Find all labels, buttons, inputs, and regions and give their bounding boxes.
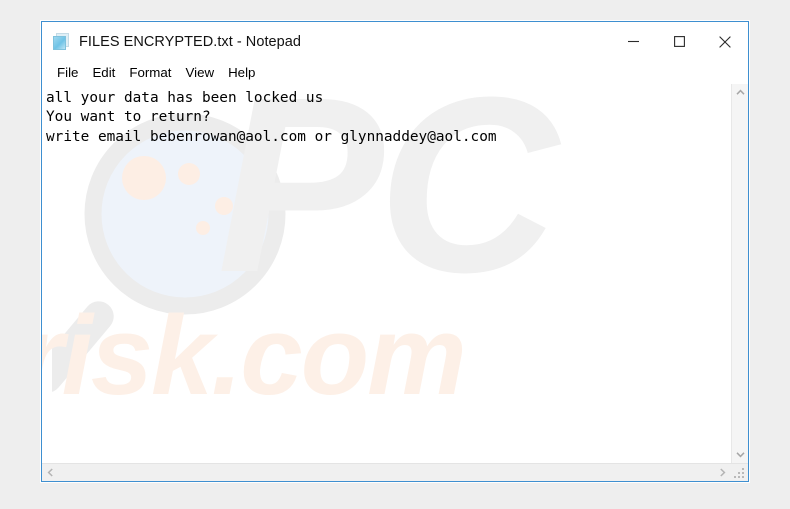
menu-item-view[interactable]: View xyxy=(178,64,221,82)
window-controls xyxy=(610,22,748,61)
window-title: FILES ENCRYPTED.txt - Notepad xyxy=(79,33,301,50)
maximize-button[interactable] xyxy=(656,22,702,61)
watermark-brand-secondary: risk.com xyxy=(42,293,467,418)
resize-grip[interactable] xyxy=(731,464,748,481)
menu-item-file[interactable]: File xyxy=(50,64,85,82)
text-pane[interactable]: PC risk.com all your data has been locke… xyxy=(42,84,731,463)
minimize-button[interactable] xyxy=(610,22,656,61)
editor-area: PC risk.com all your data has been locke… xyxy=(42,84,748,463)
magnifying-glass-icon xyxy=(52,113,286,393)
scroll-right-arrow[interactable] xyxy=(714,464,731,481)
maximize-icon xyxy=(673,36,685,47)
menu-item-format[interactable]: Format xyxy=(122,64,178,82)
vertical-scrollbar-track[interactable] xyxy=(732,101,748,446)
vertical-scrollbar[interactable] xyxy=(731,84,748,463)
scroll-down-arrow[interactable] xyxy=(732,446,749,463)
notepad-window: FILES ENCRYPTED.txt - Notepad File Edit … xyxy=(41,21,749,482)
close-button[interactable] xyxy=(702,22,748,61)
minimize-icon xyxy=(627,40,639,43)
ransom-note-text[interactable]: all your data has been locked us You wan… xyxy=(42,84,731,147)
menu-item-edit[interactable]: Edit xyxy=(85,64,122,82)
notepad-document-icon xyxy=(53,32,71,51)
chevron-right-icon xyxy=(720,468,726,477)
horizontal-scrollbar-row xyxy=(42,463,748,481)
chevron-left-icon xyxy=(47,468,53,477)
chevron-up-icon xyxy=(735,89,745,95)
close-icon xyxy=(719,35,731,48)
scroll-left-arrow[interactable] xyxy=(42,464,59,481)
scroll-up-arrow[interactable] xyxy=(732,84,749,101)
menu-item-help[interactable]: Help xyxy=(221,64,262,82)
horizontal-scrollbar[interactable] xyxy=(42,464,731,481)
title-bar[interactable]: FILES ENCRYPTED.txt - Notepad xyxy=(42,22,748,61)
menu-bar: File Edit Format View Help xyxy=(42,61,748,84)
chevron-down-icon xyxy=(735,452,745,458)
